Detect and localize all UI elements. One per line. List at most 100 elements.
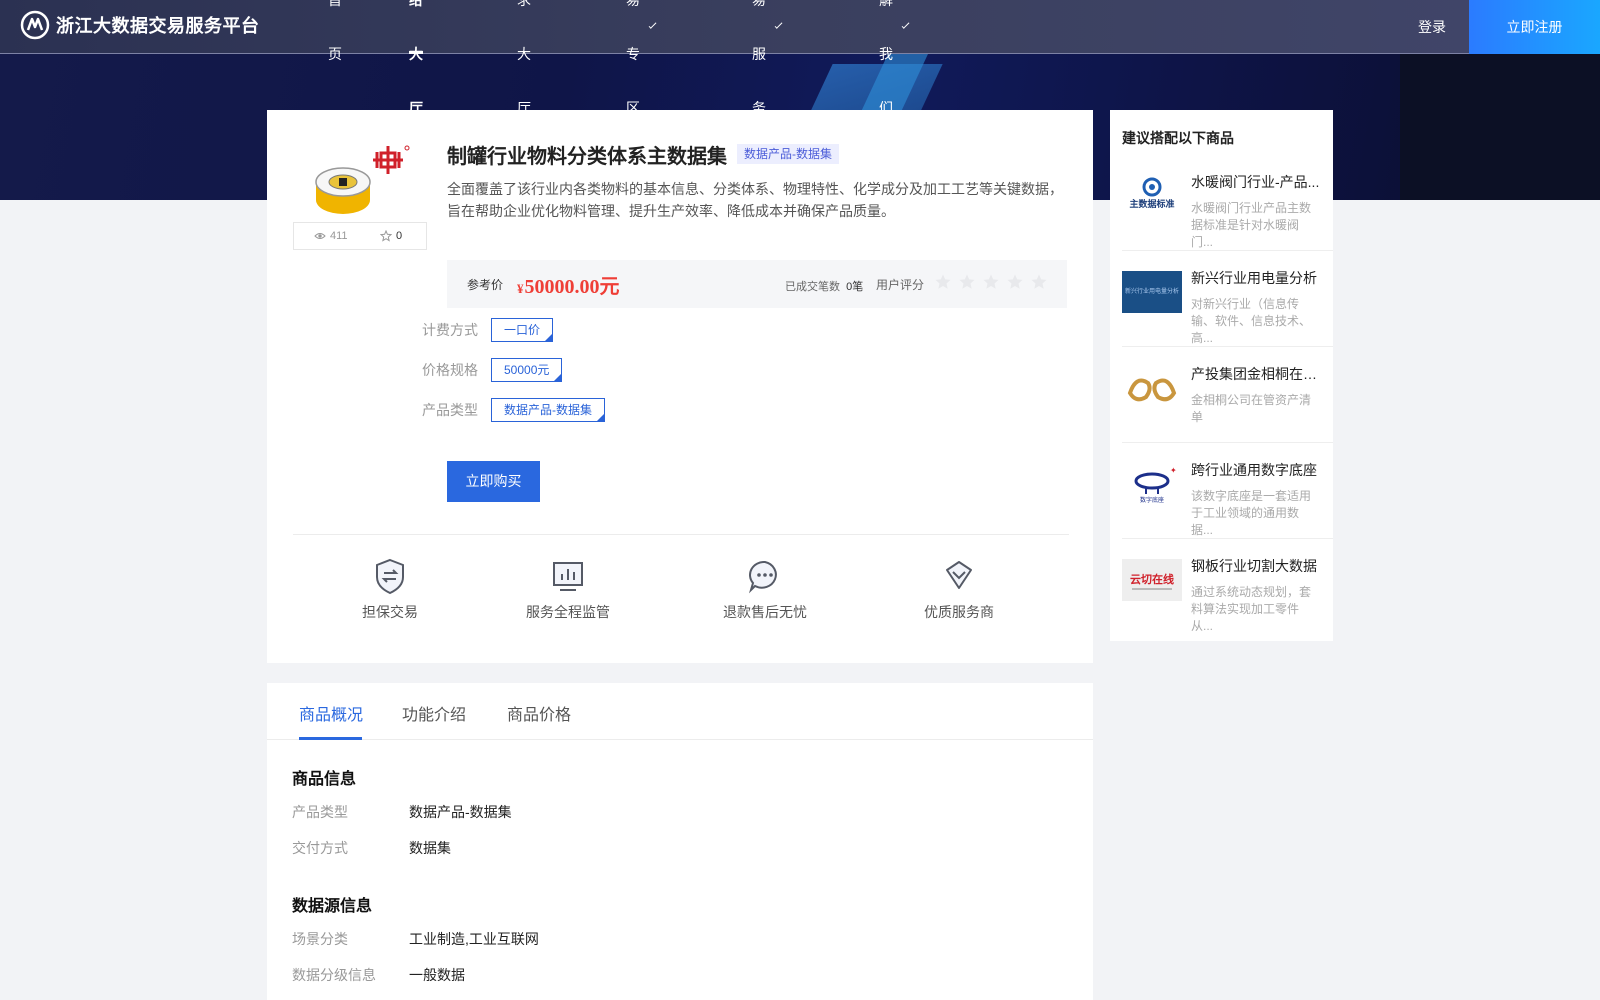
- platform-logo-icon: [20, 10, 50, 40]
- spec-row-price-spec: 价格规格 50000元: [422, 358, 563, 382]
- recommended-item-desc: 水暖阀门行业产品主数据标准是针对水暖阀门...: [1191, 201, 1312, 249]
- service-guarantees: 担保交易 服务全程监管 退款售后无忧 优质服务商: [293, 556, 1069, 646]
- tab-pricing[interactable]: 商品价格: [507, 701, 571, 725]
- spec-label: 计费方式: [422, 322, 478, 338]
- recommended-item-logo: [1122, 367, 1182, 409]
- platform-logo[interactable]: 浙江大数据交易服务平台: [20, 10, 260, 40]
- nav-item-about-us[interactable]: 了解我们: [879, 0, 910, 116]
- feature-label: 退款售后无忧: [723, 604, 807, 620]
- rating-star-icon: [1031, 274, 1047, 289]
- section-title-data-source: 数据源信息: [292, 898, 373, 915]
- recommended-item-name: 新兴行业用电量分析: [1191, 270, 1317, 286]
- diamond-badge-icon: [946, 561, 972, 589]
- recommended-item-name: 产投集团金相桐在管...: [1191, 366, 1326, 382]
- nav-item-trade-zone[interactable]: 交易专区: [626, 0, 657, 116]
- info-row: 产品类型 数据产品-数据集: [292, 802, 512, 822]
- chevron-down-icon: [901, 20, 910, 30]
- info-value: 一般数据: [409, 967, 465, 983]
- divider: [293, 534, 1069, 535]
- product-category-badge: 数据产品-数据集: [737, 144, 839, 164]
- nav-item-label: 了解我们: [879, 0, 893, 116]
- recommended-item-logo: 新兴行业用电量分析: [1122, 271, 1182, 313]
- platform-logo-text: 浙江大数据交易服务平台: [56, 16, 260, 36]
- price-amount: 50000.00元: [524, 276, 620, 298]
- nav-item-demand-hall[interactable]: 需求大厅: [517, 0, 531, 116]
- recommended-item-logo-text: 主数据标准: [1129, 198, 1174, 210]
- recommended-item[interactable]: 云切在线 钢板行业切割大数据 通过系统动态规划，套料算法实现加工零件从...: [1122, 539, 1333, 635]
- price-label: 参考价: [467, 278, 504, 292]
- recommended-item[interactable]: 新兴行业用电量分析 新兴行业用电量分析 对新兴行业（信息传输、软件、信息技术、高…: [1122, 251, 1333, 347]
- info-value: 数据产品-数据集: [409, 804, 512, 820]
- spec-option-selected[interactable]: 一口价: [491, 318, 554, 342]
- spec-row-product-type: 产品类型 数据产品-数据集: [422, 398, 605, 422]
- eye-icon: [314, 233, 326, 239]
- feature-guaranteed-trade: 担保交易: [355, 556, 425, 622]
- chat-bubble-icon: [748, 560, 777, 594]
- chevron-down-icon: [774, 20, 783, 30]
- spec-option-selected[interactable]: 50000元: [491, 358, 563, 382]
- info-row: 场景分类 工业制造,工业互联网: [292, 929, 539, 949]
- nav-item-label: 需求大厅: [517, 0, 531, 116]
- spec-label: 价格规格: [422, 362, 478, 378]
- info-key: 数据分级信息: [292, 967, 376, 983]
- banner-decoration: [1400, 54, 1600, 200]
- product-description: 全面覆盖了该行业内各类物料的基本信息、分类体系、物理特性、化学成分及加工工艺等关…: [447, 181, 1063, 219]
- user-rating-label: 用户评分: [876, 278, 925, 292]
- deal-count: 已成交笔数 0笔: [785, 278, 863, 294]
- info-key: 产品类型: [292, 804, 348, 820]
- spec-option-selected[interactable]: 数据产品-数据集: [491, 398, 605, 422]
- spec-row-billing: 计费方式 一口价: [422, 318, 554, 342]
- login-link[interactable]: 登录: [1418, 0, 1446, 54]
- section-title-product-info: 商品信息: [292, 771, 357, 788]
- tab-overview[interactable]: 商品概况: [299, 701, 363, 725]
- product-thumbnail: [315, 145, 410, 214]
- detail-tabs: 商品概况 功能介绍 商品价格: [267, 683, 1093, 740]
- currency-symbol: ¥: [517, 281, 524, 296]
- recommended-item-logo-text: 云切在线: [1130, 572, 1174, 586]
- recommended-item-logo-text: 数字底座: [1140, 496, 1164, 504]
- monitor-chart-icon: [553, 562, 583, 591]
- nav-item-label: 首页: [328, 0, 342, 62]
- recommended-item[interactable]: 产投集团金相桐在管... 金相桐公司在管资产清单: [1122, 347, 1333, 443]
- recommended-products: 建议搭配以下商品 主数据标准 水暖阀门行业-产品... 水暖阀门行业产品主数据标…: [1110, 110, 1333, 641]
- shield-exchange-icon: [376, 558, 404, 595]
- nav-item-home[interactable]: 首页: [328, 0, 342, 62]
- info-value: 数据集: [409, 840, 451, 856]
- recommended-item-desc: 该数字底座是一套适用于工业领域的通用数据...: [1191, 489, 1312, 537]
- spec-label: 产品类型: [422, 402, 478, 418]
- feature-full-supervision: 服务全程监管: [523, 556, 613, 622]
- price-bar: 参考价 ¥50000.00元 已成交笔数 0笔 用户评分: [447, 260, 1067, 308]
- info-value: 工业制造,工业互联网: [409, 931, 539, 947]
- recommended-item-logo: 云切在线: [1122, 559, 1182, 601]
- recommended-item[interactable]: 主数据标准 水暖阀门行业-产品... 水暖阀门行业产品主数据标准是针对水暖阀门.…: [1122, 155, 1333, 251]
- product-title: 制罐行业物料分类体系主数据集: [447, 146, 727, 168]
- product-detail-panel: 商品概况 功能介绍 商品价格 商品信息 产品类型 数据产品-数据集 交付方式 数…: [267, 683, 1093, 1000]
- rating-star-icon: [983, 274, 999, 289]
- nav-item-label: 交易服务: [752, 0, 766, 116]
- star-outline-icon: [380, 230, 392, 242]
- nav-item-label: 交易专区: [626, 0, 640, 116]
- chevron-down-icon: [648, 20, 657, 30]
- favorite-count[interactable]: 0: [360, 230, 426, 242]
- sidebar-title: 建议搭配以下商品: [1122, 130, 1234, 146]
- feature-label: 优质服务商: [924, 604, 994, 620]
- buy-now-button[interactable]: 立即购买: [447, 461, 540, 502]
- register-button[interactable]: 立即注册: [1469, 0, 1600, 54]
- top-navigation-bar: 浙江大数据交易服务平台 首页 供给大厅 需求大厅 交易专区 交易服务 了解我们 …: [0, 0, 1600, 116]
- view-count-value: 411: [330, 230, 348, 242]
- recommended-item-logo: 主数据标准: [1122, 175, 1182, 217]
- recommended-item-name: 跨行业通用数字底座: [1191, 462, 1317, 478]
- info-row: 数据分级信息 一般数据: [292, 965, 465, 985]
- product-stats: 411 0: [293, 222, 427, 250]
- tab-features[interactable]: 功能介绍: [402, 701, 466, 725]
- info-row: 交付方式 数据集: [292, 838, 451, 858]
- rating-star-icon: [935, 274, 951, 289]
- nav-item-trade-service[interactable]: 交易服务: [752, 0, 783, 116]
- product-card: 411 0 制罐行业物料分类体系主数据集 数据产品-数据集 全面覆盖了该行业内各…: [267, 110, 1093, 663]
- recommended-item-desc: 通过系统动态规划，套料算法实现加工零件从...: [1191, 585, 1312, 633]
- recommended-item-logo: 数字底座 ✦: [1122, 463, 1182, 505]
- recommended-item[interactable]: 数字底座 ✦ 跨行业通用数字底座 该数字底座是一套适用于工业领域的通用数据...: [1122, 443, 1333, 539]
- feature-label: 担保交易: [362, 604, 418, 620]
- nav-item-supply-hall[interactable]: 供给大厅: [409, 0, 423, 116]
- svg-text:✦: ✦: [1170, 466, 1177, 475]
